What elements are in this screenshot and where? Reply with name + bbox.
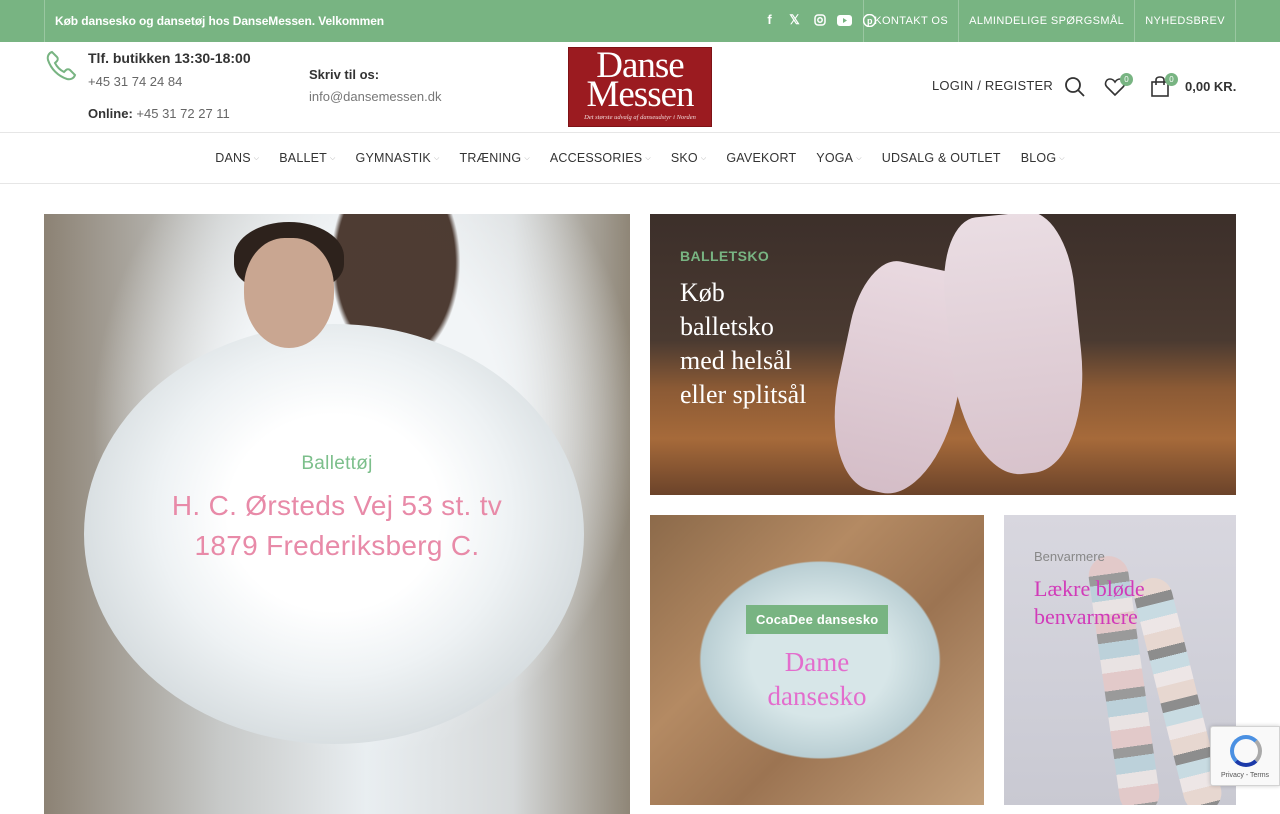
banner-right-title-line: Lækre bløde — [1034, 576, 1145, 601]
banner-legwarmers[interactable]: Benvarmere Lækre bløde benvarmere — [1004, 515, 1236, 805]
nav-item-label: BLOG — [1020, 151, 1057, 165]
nav-item-ballet[interactable]: BALLET ⌵ — [269, 133, 345, 184]
banner-mid-title-line: Dame — [784, 647, 850, 677]
chevron-down-icon: ⌵ — [645, 155, 651, 162]
recaptcha-badge[interactable]: Privacy - Terms — [1210, 726, 1280, 786]
nav-item-udsalg-outlet[interactable]: UDSALG & OUTLET — [872, 133, 1011, 184]
logo-line2: Messen — [586, 74, 694, 115]
banner-mid-title: Dame dansesko — [650, 645, 984, 713]
chevron-down-icon: ⌵ — [524, 155, 530, 162]
online-phone[interactable]: +45 31 72 27 11 — [136, 106, 229, 121]
chevron-down-icon: ⌵ — [700, 155, 707, 162]
chevron-down-icon: ⌵ — [253, 155, 260, 162]
banner-balletshoes[interactable]: BALLETSKO Køb balletsko med helsål eller… — [650, 214, 1236, 495]
nav-item-label: SKO — [670, 151, 698, 165]
nav-list: DANS ⌵ BALLET ⌵ GYMNASTIK ⌵ TRÆNING ⌵ ACCESSORIE… — [0, 133, 1280, 184]
chevron-down-icon: ⌵ — [856, 155, 862, 162]
banner-right-title: Lækre bløde benvarmere — [1034, 575, 1145, 631]
faq-link[interactable]: ALMINDELIGE SPØRGSMÅL — [958, 0, 1134, 42]
banner-left-category[interactable]: Ballettøj — [44, 453, 630, 475]
online-label: Online: — [88, 106, 133, 121]
banner-shoe-image-2 — [936, 214, 1094, 481]
chevron-down-icon: ⌵ — [1059, 155, 1065, 162]
email-link[interactable]: info@dansemessen.dk — [309, 89, 441, 104]
top-bar-inner: Køb dansesko og dansetøj hos DanseMessen… — [44, 0, 1236, 42]
banner-right-category[interactable]: Benvarmere — [1034, 549, 1105, 564]
banner-dancer-face — [244, 238, 334, 348]
nav-item-label: YOGA — [816, 151, 854, 165]
banner-top-title: Køb balletsko med helsål eller splitsål — [680, 276, 806, 412]
nav-item-sko[interactable]: SKO ⌵ — [661, 133, 717, 184]
cart-total[interactable]: 0,00 KR. — [1185, 79, 1236, 94]
store-hours: Tlf. butikken 13:30-18:00 — [88, 50, 251, 66]
banner-dance-shoes[interactable]: CocaDee dansesko Dame dansesko — [650, 515, 984, 805]
nav-item-label: BALLET — [279, 151, 328, 165]
banner-top-title-line: med helsål — [680, 346, 792, 375]
banner-top-category[interactable]: BALLETSKO — [680, 248, 769, 264]
nav-item-gavekort[interactable]: GAVEKORT — [716, 133, 806, 184]
top-links: KONTAKT OS ALMINDELIGE SPØRGSMÅL NYHEDSB… — [863, 0, 1235, 42]
x-icon[interactable]: 𝕏 — [782, 11, 807, 29]
chevron-down-icon: ⌵ — [433, 155, 440, 162]
site-logo[interactable]: Danse Messen Det største udvalg af danse… — [568, 47, 712, 127]
recaptcha-icon — [1230, 735, 1262, 767]
chevron-down-icon: ⌵ — [330, 155, 336, 162]
contact-link[interactable]: KONTAKT OS — [863, 0, 958, 42]
banner-balletwear[interactable]: Ballettøj H. C. Ørsteds Vej 53 st. tv 18… — [44, 214, 630, 814]
banner-right-title-line: benvarmere — [1034, 604, 1138, 629]
banner-left-address-line1: H. C. Ørsteds Vej 53 st. tv — [171, 490, 503, 521]
recaptcha-text[interactable]: Privacy - Terms — [1211, 772, 1279, 779]
nav-item-accessories[interactable]: ACCESSORIES ⌵ — [540, 133, 661, 184]
main-navigation: DANS ⌵ BALLET ⌵ GYMNASTIK ⌵ TRÆNING ⌵ ACCESSORIE… — [0, 133, 1280, 184]
top-bar: Køb dansesko og dansetøj hos DanseMessen… — [0, 0, 1280, 42]
login-register-link[interactable]: LOGIN / REGISTER — [932, 78, 1053, 93]
banner-top-title-line: balletsko — [680, 312, 774, 341]
nav-item-blog[interactable]: BLOG ⌵ — [1011, 133, 1075, 184]
newsletter-link[interactable]: NYHEDSBREV — [1134, 0, 1235, 42]
nav-item-træning[interactable]: TRÆNING ⌵ — [449, 133, 539, 184]
nav-item-label: ACCESSORIES — [549, 151, 643, 165]
welcome-text: Køb dansesko og dansetøj hos DanseMessen… — [55, 14, 384, 28]
wishlist-count-badge: 0 — [1120, 73, 1133, 86]
instagram-icon[interactable] — [807, 11, 832, 29]
site-header: Tlf. butikken 13:30-18:00 +45 31 74 24 8… — [0, 42, 1280, 133]
online-phone-row: Online: +45 31 72 27 11 — [88, 106, 230, 121]
cart-count-badge: 0 — [1165, 73, 1178, 86]
banner-mid-tag[interactable]: CocaDee dansesko — [746, 605, 889, 634]
youtube-icon[interactable] — [832, 11, 857, 29]
nav-item-yoga[interactable]: YOGA ⌵ — [806, 133, 871, 184]
search-icon[interactable] — [1064, 76, 1086, 98]
phone-icon — [46, 50, 77, 81]
facebook-icon[interactable]: f — [757, 11, 782, 29]
banner-mid-title-line: dansesko — [767, 681, 867, 711]
write-label: Skriv til os: — [309, 67, 380, 82]
nav-item-label: GYMNASTIK — [355, 151, 431, 165]
banner-left-address-line2: 1879 Frederiksberg C. — [194, 530, 480, 561]
nav-item-dans[interactable]: DANS ⌵ — [205, 133, 269, 184]
banner-top-title-line: Køb — [680, 278, 725, 307]
store-phone[interactable]: +45 31 74 24 84 — [88, 74, 182, 89]
nav-item-label: TRÆNING — [459, 151, 522, 165]
logo-tagline: Det største udvalg af danseudstyr i Nord… — [584, 114, 696, 121]
nav-item-label: DANS — [215, 151, 251, 165]
nav-item-label: GAVEKORT — [726, 151, 797, 165]
nav-item-gymnastik[interactable]: GYMNASTIK ⌵ — [346, 133, 450, 184]
banner-top-title-line: eller splitsål — [680, 380, 807, 409]
nav-item-label: UDSALG & OUTLET — [881, 151, 1001, 165]
